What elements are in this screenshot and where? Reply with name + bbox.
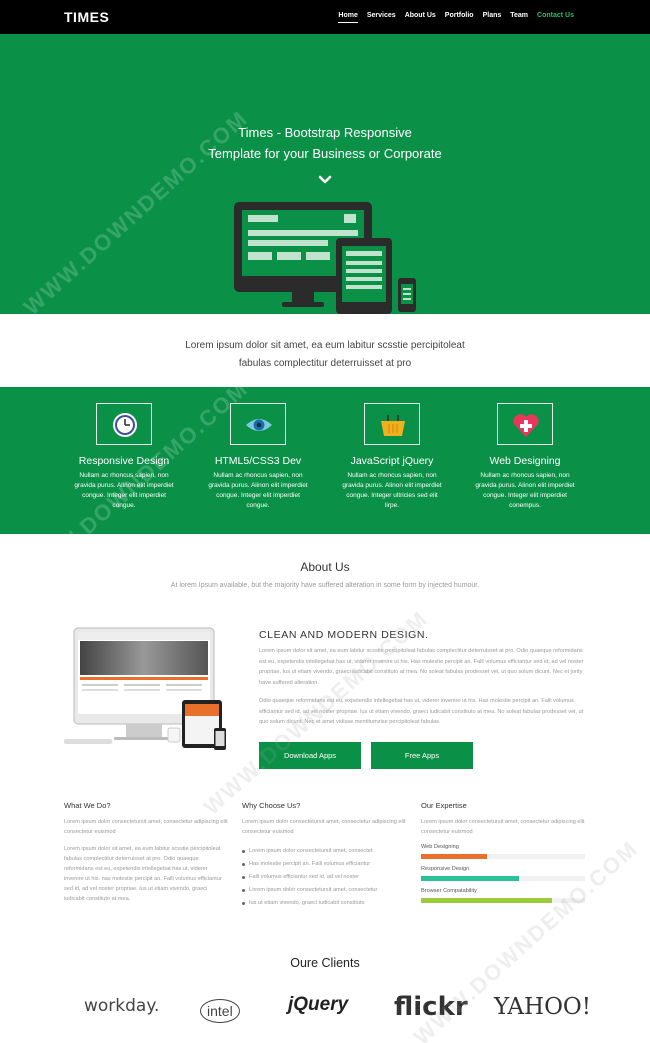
skill-label: Responsive Design — [421, 866, 470, 872]
skill-fill — [421, 876, 520, 881]
service-text: Nullam ac rhoncus sapien, non gravida pu… — [208, 472, 308, 509]
about-subtitle: At lorem Ipsum available, but the majori… — [170, 582, 480, 589]
service-icon-box[interactable] — [96, 403, 152, 445]
about-title: About Us — [300, 560, 350, 574]
service-title: Web Designing — [489, 455, 561, 467]
nav-item-home[interactable]: Home — [338, 12, 358, 23]
nav-item-team[interactable]: Team — [510, 12, 528, 23]
service-card: HTML5/CSS3 Dev Nullam ac rhoncus sapien,… — [197, 403, 319, 511]
about-paragraph: Lorem ipsum dolor sit amet, ea eum labit… — [259, 648, 584, 686]
service-icon-box[interactable] — [230, 403, 286, 445]
skill-label: Web Designing — [421, 844, 459, 850]
service-text: Nullam ac rhoncus sapien, non gravida pu… — [74, 472, 174, 509]
workday-logo[interactable]: workday. — [84, 996, 159, 1016]
jquery-logo[interactable]: jQuery — [288, 994, 348, 1016]
top-navbar: TIMES Home Services About Us Portfolio P… — [0, 0, 650, 34]
intro-text: Lorem ipsum dolor sit amet, ea eum labit… — [150, 337, 500, 373]
intro-line1: Lorem ipsum dolor sit amet, ea eum labit… — [185, 340, 465, 351]
nav-item-about-us[interactable]: About Us — [405, 12, 436, 23]
intel-logo[interactable]: intel — [200, 999, 240, 1023]
service-card: JavaScript jQuery Nullam ac rhoncus sapi… — [331, 403, 453, 511]
hero-title-line2: Template for your Business or Corporate — [208, 146, 442, 161]
intro-line2: fabulas complectitur deterruisset at pro — [238, 358, 412, 369]
skill-track — [421, 854, 585, 859]
clock-icon — [113, 413, 137, 437]
skill-bar: Web Designing — [421, 844, 585, 859]
nav-item-portfolio[interactable]: Portfolio — [445, 12, 474, 23]
list-item: Lorem ipsum dolor consectetursit amet, c… — [242, 884, 406, 897]
about-heading: CLEAN AND MODERN DESIGN. — [259, 629, 429, 641]
nav-item-contact-us[interactable]: Contact Us — [537, 12, 574, 23]
skill-bar: Responsive Design — [421, 866, 585, 881]
heart-plus-icon — [513, 414, 539, 437]
skill-fill — [421, 898, 553, 903]
service-icon-box[interactable] — [364, 403, 420, 445]
service-title: Responsive Design — [78, 455, 170, 467]
skill-bar: Browser Compatability — [421, 888, 585, 903]
what-we-do-column: What We Do? Lorem ipsum dolor consectetu… — [64, 801, 228, 904]
about-paragraph: Odio quaeque reformidans est eu, expeten… — [259, 698, 584, 725]
chevron-down-icon[interactable] — [316, 173, 334, 187]
list-item: Falli volumus efficiantur sed id, ad vel… — [242, 871, 406, 884]
reasons-list: Lorem ipsum dolor consectetursit amet, c… — [242, 845, 406, 910]
hero-title-line1: Times - Bootstrap Responsive — [238, 125, 412, 140]
service-card: Web Designing Nullam ac rhoncus sapien, … — [464, 403, 586, 511]
service-text: Nullam ac rhoncus sapien, non gravida pu… — [342, 472, 442, 509]
column-title: What We Do? — [64, 801, 111, 810]
service-text: Nullam ac rhoncus sapien, non gravida pu… — [475, 472, 575, 509]
skill-fill — [421, 854, 487, 859]
intro-section: Lorem ipsum dolor sit amet, ea eum labit… — [0, 314, 650, 387]
column-text: Lorem ipsum dolor consectetursit amet, c… — [242, 819, 406, 835]
our-expertise-column: Our Expertise Lorem ipsum dolor consecte… — [421, 801, 585, 903]
nav-item-services[interactable]: Services — [367, 12, 396, 23]
skill-track — [421, 898, 585, 903]
skill-label: Browser Compatability — [421, 888, 477, 894]
download-apps-button[interactable]: Download Apps — [259, 742, 361, 769]
column-text: Lorem ipsum dolor consectetursit amet, c… — [64, 819, 228, 835]
service-title: JavaScript jQuery — [350, 455, 434, 467]
list-item: Lorem ipsum dolor consectetursit amet, c… — [242, 845, 406, 858]
free-apps-button[interactable]: Free Apps — [371, 742, 473, 769]
list-item: Ius ut etiam vivendo, graeci iudicabit c… — [242, 897, 406, 910]
flickr-logo[interactable]: flickr — [394, 992, 468, 1022]
nav-item-plans[interactable]: Plans — [483, 12, 502, 23]
basket-icon — [381, 415, 405, 436]
main-menu: Home Services About Us Portfolio Plans T… — [338, 12, 574, 23]
column-text: Lorem ipsum dolor sit amet, ea eum labit… — [64, 846, 222, 902]
clients-title: Oure Clients — [290, 956, 360, 970]
column-title: Why Choose Us? — [242, 801, 301, 810]
hero-title: Times - Bootstrap Responsive Template fo… — [0, 122, 650, 164]
why-choose-us-column: Why Choose Us? Lorem ipsum dolor consect… — [242, 801, 406, 910]
hero-section: Times - Bootstrap Responsive Template fo… — [0, 34, 650, 314]
column-title: Our Expertise — [421, 801, 467, 810]
column-text: Lorem ipsum dolor consectetursit amet, c… — [421, 819, 585, 835]
skill-track — [421, 876, 585, 881]
service-card: Responsive Design Nullam ac rhoncus sapi… — [63, 403, 185, 511]
devices-mockup-image — [64, 627, 226, 750]
services-section: Responsive Design Nullam ac rhoncus sapi… — [0, 387, 650, 534]
responsive-devices-illustration — [234, 202, 416, 314]
brand-logo[interactable]: TIMES — [64, 9, 109, 25]
service-title: HTML5/CSS3 Dev — [214, 455, 302, 467]
eye-icon — [246, 419, 272, 431]
service-icon-box[interactable] — [497, 403, 553, 445]
list-item: Has molestie percipit an. Falli volumus … — [242, 858, 406, 871]
yahoo-logo[interactable]: YAHOO! — [494, 994, 591, 1020]
